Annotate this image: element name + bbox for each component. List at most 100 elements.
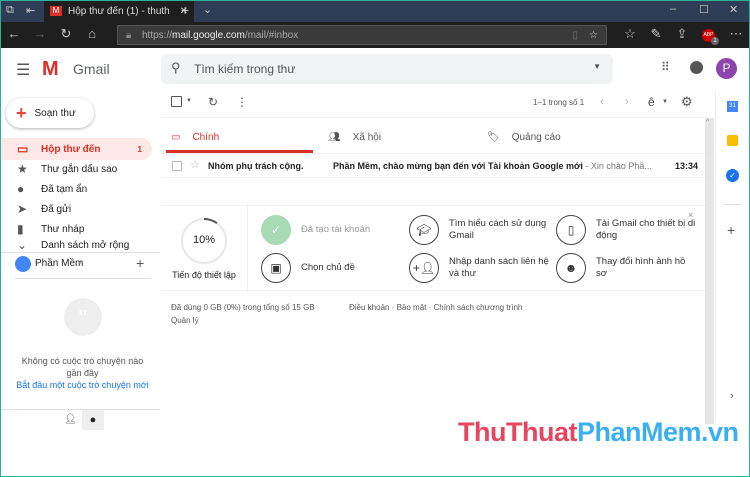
- next-page-icon[interactable]: ›: [625, 96, 629, 108]
- search-options-icon[interactable]: ▼: [593, 62, 601, 71]
- gmail-logo-text[interactable]: Gmail: [73, 61, 110, 77]
- close-window-icon[interactable]: ✕: [729, 3, 738, 16]
- hangouts-user[interactable]: Phần Mềm: [35, 258, 83, 269]
- get-addons-icon[interactable]: +: [727, 222, 735, 238]
- tab-title: Hộp thư đến (1) - thuth: [68, 5, 170, 17]
- compose-button[interactable]: + Soạn thư: [6, 98, 94, 128]
- avatar[interactable]: P: [716, 58, 737, 79]
- new-chat-icon[interactable]: +: [136, 255, 144, 271]
- setup-item-theme[interactable]: ▣ Chọn chủ đề: [261, 253, 401, 283]
- star-toggle-icon[interactable]: ☆: [190, 158, 200, 171]
- search-icon[interactable]: ⚲: [171, 60, 181, 76]
- nav-label: Hộp thư đến: [41, 143, 101, 155]
- input-tools-chevron-icon[interactable]: ▼: [662, 99, 668, 105]
- user-avatar-icon: [15, 256, 31, 272]
- setup-item-profile-photo[interactable]: ☻ Thay đổi hình ảnh hồ sơ: [556, 253, 696, 283]
- setup-item-label: Nhập danh sách liên hệ và thư: [449, 256, 549, 279]
- notifications-icon[interactable]: [690, 61, 703, 74]
- no-chats-text: Không có cuộc trò chuyện nào gần đây: [21, 356, 144, 378]
- divider: [724, 204, 741, 205]
- setup-item-label: Thay đổi hình ảnh hồ sơ: [596, 256, 686, 279]
- lock-icon: 🔒︎: [126, 29, 132, 41]
- search-input[interactable]: ⚲ Tìm kiếm trong thư ▼: [161, 54, 613, 84]
- sidebar-item-more[interactable]: ⌄ Danh sách mở rộng: [0, 238, 152, 252]
- more-icon[interactable]: ⋯: [726, 26, 746, 42]
- pen-icon[interactable]: ✎: [646, 26, 666, 42]
- tasks-icon[interactable]: ✓: [726, 169, 739, 182]
- new-tab-icon[interactable]: +: [181, 2, 189, 18]
- url-path: /mail/#inbox: [244, 29, 299, 41]
- contacts-icon[interactable]: 👤︎: [64, 414, 77, 425]
- url-prefix: https://: [142, 29, 173, 41]
- apps-grid-icon[interactable]: ⠿: [661, 60, 670, 74]
- minimize-icon[interactable]: –: [670, 3, 676, 15]
- expand-panel-icon[interactable]: ›: [730, 390, 734, 402]
- setup-item-account-created: ✓ Đã tạo tài khoản: [261, 215, 401, 245]
- calendar-icon[interactable]: 31: [727, 101, 738, 112]
- phone-icon: ▯: [556, 215, 586, 245]
- compose-label: Soạn thư: [34, 107, 76, 119]
- reading-view-icon[interactable]: ▯: [572, 30, 578, 41]
- tab-social[interactable]: 👥︎ Xã hội: [328, 122, 381, 152]
- start-chat-link[interactable]: Bắt đầu một cuộc trò chuyện mới: [15, 380, 150, 390]
- set-aside-tabs-icon[interactable]: ⇤: [26, 4, 35, 17]
- main-menu-icon[interactable]: ☰: [16, 60, 30, 80]
- email-row[interactable]: ☆ Nhóm phụ trách cộng. Phần Mềm, chào mừ…: [161, 154, 706, 178]
- home-icon[interactable]: ⌂: [82, 26, 102, 41]
- setup-item-label: Tìm hiểu cách sử dụng Gmail: [449, 218, 547, 241]
- gmail-logo-icon[interactable]: M: [42, 58, 59, 81]
- setup-title: Tiến độ thiết lập: [172, 270, 236, 280]
- email-checkbox[interactable]: [172, 161, 182, 171]
- storage-usage: Đã dùng 0 GB (0%) trong tổng số 15 GB: [171, 303, 315, 312]
- scroll-up-icon[interactable]: ^: [706, 119, 709, 126]
- select-chevron-icon[interactable]: ▼: [186, 98, 192, 104]
- setup-item-import[interactable]: +👤︎ Nhập danh sách liên hệ và thư: [409, 253, 549, 283]
- compose-plus-icon: +: [16, 102, 27, 123]
- nav-label: Thư gắn dấu sao: [41, 163, 118, 175]
- sidebar-item-inbox[interactable]: ▭ Hộp thư đến 1: [0, 138, 152, 160]
- nav-label: Đã gửi: [41, 203, 72, 215]
- tab-actions-icon[interactable]: ⧉: [6, 4, 14, 17]
- input-tools-button[interactable]: ê: [648, 95, 655, 109]
- sidebar-item-snoozed[interactable]: ● Đã tạm ẩn: [0, 178, 152, 200]
- refresh-icon[interactable]: ↻: [56, 26, 76, 42]
- settings-gear-icon[interactable]: ⚙: [681, 94, 693, 110]
- watermark-logo: ThuThuatPhanMem.vn: [458, 417, 739, 448]
- browser-tab[interactable]: M Hộp thư đến (1) - thuth ✕: [44, 0, 194, 22]
- sidebar-item-sent[interactable]: ➤ Đã gửi: [0, 198, 152, 220]
- divider: [247, 206, 248, 292]
- more-actions-icon[interactable]: ⋮: [236, 95, 248, 109]
- keep-icon[interactable]: [727, 135, 738, 146]
- select-all-checkbox[interactable]: [171, 96, 182, 107]
- share-icon[interactable]: ⇪: [672, 26, 692, 42]
- back-icon[interactable]: ←: [4, 26, 24, 41]
- forward-icon[interactable]: →: [30, 26, 50, 41]
- scrollbar[interactable]: [705, 118, 714, 424]
- sidebar-item-drafts[interactable]: ▮ Thư nháp: [0, 218, 152, 240]
- maximize-icon[interactable]: ☐: [699, 3, 709, 16]
- nav-label: Thư nháp: [41, 223, 85, 235]
- sidebar-item-starred[interactable]: ★ Thư gắn dấu sao: [0, 158, 152, 180]
- tab-promotions[interactable]: 🏷︎ Quảng cáo: [487, 122, 561, 152]
- favorite-star-icon[interactable]: ☆: [589, 30, 598, 41]
- inbox-tab-icon: ▭: [171, 131, 181, 143]
- url-input[interactable]: 🔒︎ https://mail.google.com/mail/#inbox ▯…: [117, 25, 607, 45]
- tab-list-chevron-icon[interactable]: ⌄: [203, 3, 212, 16]
- tab-primary[interactable]: ▭ Chính: [171, 122, 219, 152]
- prev-page-icon[interactable]: ‹: [600, 96, 604, 108]
- watermark-part1: ThuThuat: [458, 417, 577, 447]
- manage-storage-link[interactable]: Quản lý: [171, 316, 199, 325]
- refresh-mail-icon[interactable]: ↻: [208, 95, 218, 109]
- email-subject: Phần Mềm, chào mừng bạn đến với Tài khoả…: [333, 161, 583, 171]
- favorites-icon[interactable]: ☆: [620, 26, 640, 42]
- expand-icon: ⌄: [17, 238, 28, 252]
- hangouts-icon[interactable]: ●: [82, 410, 104, 430]
- setup-progress-value: 10%: [192, 234, 216, 246]
- footer-links[interactable]: Điều khoản · Bảo mật · Chính sách chương…: [349, 303, 522, 312]
- setup-item-mobile[interactable]: ▯ Tải Gmail cho thiết bị di động: [556, 215, 696, 245]
- graduation-cap-icon: 🎓︎: [409, 215, 439, 245]
- divider: [0, 409, 160, 410]
- setup-item-learn-gmail[interactable]: 🎓︎ Tìm hiểu cách sử dụng Gmail: [409, 215, 549, 245]
- tab-label: Quảng cáo: [511, 131, 561, 143]
- status-chevron-icon[interactable]: ▾: [78, 259, 82, 267]
